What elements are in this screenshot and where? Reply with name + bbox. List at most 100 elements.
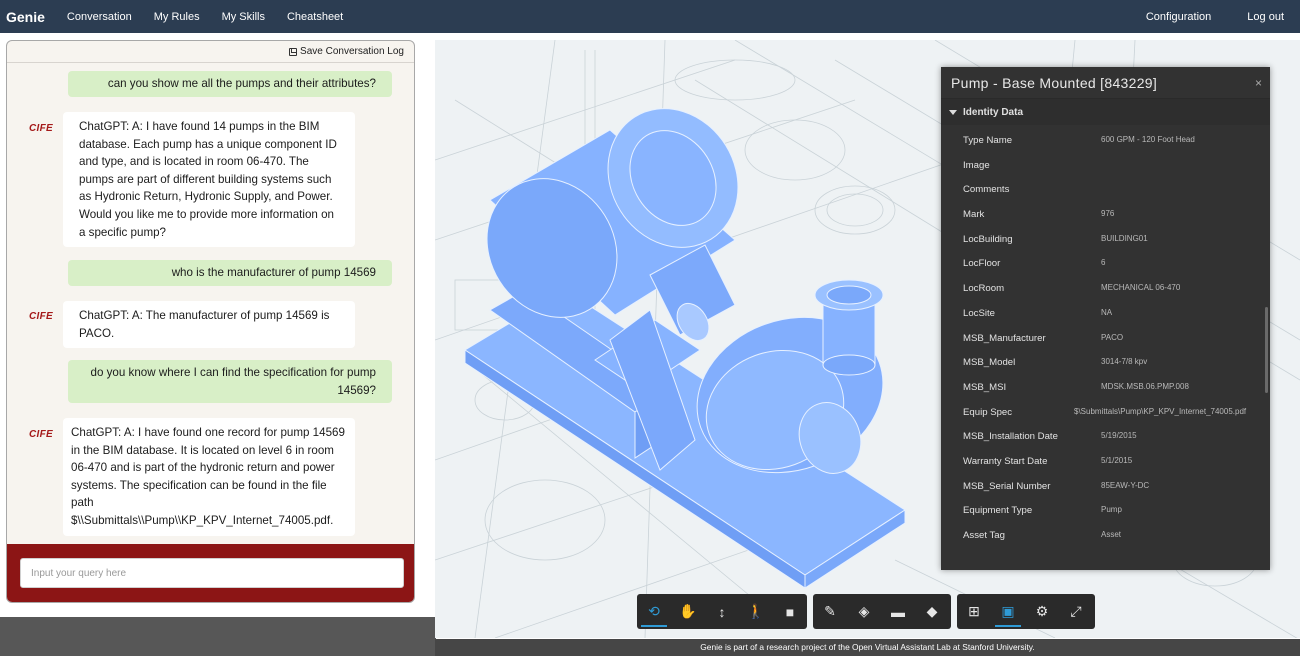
properties-title: Pump - Base Mounted [843229] bbox=[941, 67, 1270, 99]
left-footer-bar bbox=[0, 617, 436, 656]
property-row: Equipment Type Pump bbox=[941, 498, 1263, 523]
property-row: LocBuilding BUILDING01 bbox=[941, 227, 1263, 252]
property-row: MSB_MSI MDSK.MSB.06.PMP.008 bbox=[941, 375, 1263, 400]
property-value: 600 GPM - 120 Foot Head bbox=[1101, 135, 1195, 144]
chat-panel: Save Conversation Log can you show me al… bbox=[6, 40, 415, 603]
bot-message: ChatGPT: A: I have found 14 pumps in the… bbox=[63, 112, 355, 248]
property-row: MSB_Manufacturer PACO bbox=[941, 326, 1263, 351]
nav-configuration[interactable]: Configuration bbox=[1146, 11, 1211, 23]
property-value: 5/1/2015 bbox=[1101, 455, 1133, 465]
cife-logo-icon: CIFE bbox=[29, 123, 53, 134]
settings-tool-group: ⊞ ▣ ⚙ ⤢ bbox=[957, 594, 1095, 629]
cife-logo-icon: CIFE bbox=[29, 311, 53, 322]
property-row: LocRoom MECHANICAL 06-470 bbox=[941, 276, 1263, 301]
property-value: NA bbox=[1101, 307, 1113, 317]
property-row: Asset Tag Asset bbox=[941, 523, 1263, 548]
property-key: Comments bbox=[963, 184, 1010, 196]
user-message: who is the manufacturer of pump 14569 bbox=[68, 260, 392, 286]
close-icon[interactable]: × bbox=[1255, 76, 1262, 90]
property-row: Comments bbox=[941, 177, 1263, 202]
structure-icon[interactable]: ⊞ bbox=[957, 594, 991, 629]
property-value: 5/19/2015 bbox=[1101, 431, 1137, 441]
pump-model[interactable] bbox=[461, 84, 906, 589]
nav-my-skills[interactable]: My Skills bbox=[222, 11, 265, 23]
walk-icon[interactable]: 🚶 bbox=[739, 594, 773, 629]
property-key: LocFloor bbox=[963, 258, 1001, 270]
property-key: MSB_Manufacturer bbox=[963, 332, 1046, 344]
measure-icon[interactable]: ✎ bbox=[813, 594, 847, 629]
top-navbar: Genie Conversation My Rules My Skills Ch… bbox=[0, 0, 1300, 33]
nav-logout[interactable]: Log out bbox=[1247, 11, 1284, 23]
property-value: 85EAW-Y-DC bbox=[1101, 480, 1150, 490]
property-key: Asset Tag bbox=[963, 530, 1005, 541]
chat-header: Save Conversation Log bbox=[7, 41, 414, 63]
property-key: MSB_Model bbox=[963, 357, 1016, 369]
property-key: MSB_Serial Number bbox=[963, 480, 1051, 492]
user-message: do you know where I can find the specifi… bbox=[68, 360, 392, 404]
property-row: Warranty Start Date 5/1/2015 bbox=[941, 449, 1263, 474]
chat-input-bar bbox=[7, 544, 414, 602]
property-key: Equip Spec bbox=[963, 406, 1013, 418]
property-row: MSB_Serial Number 85EAW-Y-DC bbox=[941, 474, 1263, 499]
property-value: Asset bbox=[1101, 530, 1122, 539]
explode-icon[interactable]: ▬ bbox=[881, 594, 915, 629]
nav-cheatsheet[interactable]: Cheatsheet bbox=[287, 11, 343, 23]
query-input[interactable] bbox=[20, 558, 404, 588]
orbit-icon[interactable]: ⟲ bbox=[637, 594, 671, 629]
property-key: LocBuilding bbox=[963, 233, 1013, 245]
camera-icon[interactable]: ■ bbox=[773, 594, 807, 629]
brand-logo[interactable]: Genie bbox=[6, 9, 45, 25]
property-key: MSB_MSI bbox=[963, 381, 1007, 393]
section-icon[interactable]: ◈ bbox=[847, 594, 881, 629]
property-row: LocSite NA bbox=[941, 301, 1263, 326]
property-key: LocRoom bbox=[963, 283, 1005, 295]
property-row: LocFloor 6 bbox=[941, 251, 1263, 276]
footer-credit: Genie is part of a research project of t… bbox=[435, 639, 1300, 656]
property-key: Equipment Type bbox=[963, 505, 1033, 517]
save-conversation-log-button[interactable]: Save Conversation Log bbox=[289, 46, 404, 57]
identity-data-section[interactable]: Identity Data bbox=[941, 99, 1270, 125]
property-key: MSB_Installation Date bbox=[963, 431, 1058, 443]
property-key: Mark bbox=[963, 209, 985, 221]
bot-message: ChatGPT: A: The manufacturer of pump 145… bbox=[63, 301, 355, 349]
nav-right-group: Configuration Log out bbox=[1126, 0, 1300, 33]
modeling-tool-group: ✎ ◈ ▬ ◆ bbox=[813, 594, 951, 629]
property-rows: Type Name 600 GPM - 120 Foot Head Image Com… bbox=[941, 128, 1263, 558]
property-value: MECHANICAL 06-470 bbox=[1101, 283, 1181, 293]
cife-logo-icon: CIFE bbox=[29, 429, 53, 440]
property-value: 3014-7/8 kpv bbox=[1101, 357, 1148, 367]
properties-scrollbar[interactable] bbox=[1265, 307, 1268, 393]
settings-icon[interactable]: ⚙ bbox=[1025, 594, 1059, 629]
property-key: Warranty Start Date bbox=[963, 455, 1048, 467]
property-key: Image bbox=[963, 159, 990, 171]
fullscreen-icon[interactable]: ⤢ bbox=[1059, 594, 1093, 629]
caret-down-icon bbox=[949, 109, 957, 115]
property-value: 976 bbox=[1101, 209, 1115, 219]
properties-icon[interactable]: ▣ bbox=[991, 594, 1025, 629]
property-row: Type Name 600 GPM - 120 Foot Head bbox=[941, 128, 1263, 153]
floppy-disk-icon bbox=[289, 47, 298, 56]
save-log-label: Save Conversation Log bbox=[300, 46, 404, 57]
dolly-icon[interactable]: ↕ bbox=[705, 594, 739, 629]
property-key: LocSite bbox=[963, 307, 995, 319]
property-value: PACO bbox=[1101, 332, 1124, 342]
property-value: $\Submittals\Pump\KP_KPV_Internet_74005.… bbox=[1074, 406, 1247, 416]
property-row: MSB_Model 3014-7/8 kpv bbox=[941, 350, 1263, 375]
nav-my-rules[interactable]: My Rules bbox=[154, 11, 200, 23]
property-value: BUILDING01 bbox=[1101, 233, 1148, 243]
nav-conversation[interactable]: Conversation bbox=[67, 11, 132, 23]
property-row: Mark 976 bbox=[941, 202, 1263, 227]
property-key: Type Name bbox=[963, 135, 1013, 146]
property-row: Image bbox=[941, 153, 1263, 178]
user-message: can you show me all the pumps and their … bbox=[68, 71, 392, 97]
property-value: Pump bbox=[1101, 505, 1122, 515]
property-row: MSB_Installation Date 5/19/2015 bbox=[941, 424, 1263, 449]
model-icon[interactable]: ◆ bbox=[915, 594, 949, 629]
section-label: Identity Data bbox=[963, 106, 1024, 118]
property-row bbox=[941, 548, 1263, 558]
property-value: 6 bbox=[1101, 258, 1106, 268]
property-value: MDSK.MSB.06.PMP.008 bbox=[1101, 381, 1189, 391]
message-list: can you show me all the pumps and their … bbox=[7, 64, 414, 544]
bot-message: ChatGPT: A: I have found one record for … bbox=[63, 418, 355, 536]
pan-icon[interactable]: ✋ bbox=[671, 594, 705, 629]
